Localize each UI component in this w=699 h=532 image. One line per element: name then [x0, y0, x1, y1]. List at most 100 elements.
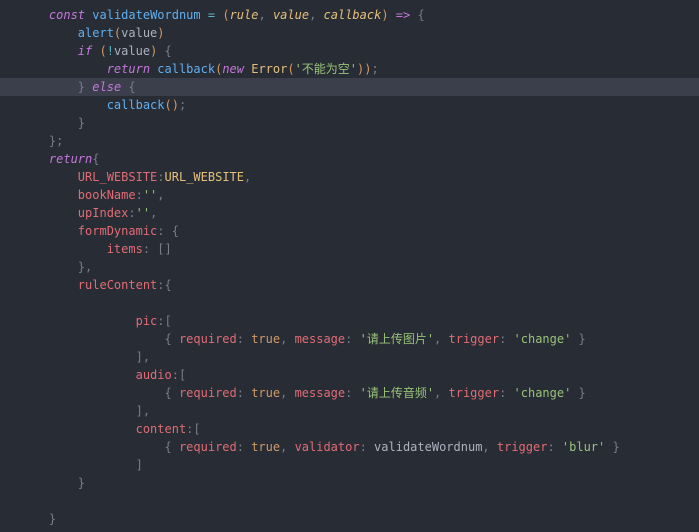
token: required [179, 440, 237, 454]
gutter [0, 348, 20, 366]
token: '请上传图片' [360, 332, 434, 346]
code-line[interactable]: bookName:'', [0, 186, 699, 204]
token: ; [179, 98, 186, 112]
token: , [280, 386, 294, 400]
code-content[interactable]: } [20, 474, 699, 492]
token: , [258, 8, 272, 22]
code-content[interactable] [20, 492, 699, 510]
token: { [165, 332, 179, 346]
gutter [0, 240, 20, 258]
code-content[interactable]: } [20, 510, 699, 528]
token: ruleContent [78, 278, 157, 292]
code-line[interactable]: items: [] [0, 240, 699, 258]
token: required [179, 386, 237, 400]
token: ) [172, 98, 179, 112]
gutter [0, 222, 20, 240]
code-content[interactable]: { required: true, message: '请上传音频', trig… [20, 384, 699, 402]
token: : [157, 314, 164, 328]
code-content[interactable] [20, 294, 699, 312]
token: ; [372, 62, 379, 76]
code-line[interactable]: { required: true, message: '请上传图片', trig… [0, 330, 699, 348]
code-line[interactable]: ], [0, 402, 699, 420]
code-content[interactable]: ] [20, 456, 699, 474]
code-line[interactable]: upIndex:'', [0, 204, 699, 222]
code-line[interactable]: alert(value) [0, 24, 699, 42]
token: audio [136, 368, 172, 382]
token: { [92, 152, 99, 166]
code-content[interactable]: { required: true, validator: validateWor… [20, 438, 699, 456]
token: , [85, 260, 92, 274]
code-line[interactable]: ] [0, 456, 699, 474]
code-content[interactable]: } else { [20, 78, 699, 96]
code-line[interactable] [0, 492, 699, 510]
gutter [0, 114, 20, 132]
token: , [143, 350, 150, 364]
token: 'blur' [562, 440, 605, 454]
code-line[interactable]: } [0, 114, 699, 132]
code-line[interactable]: const validateWordnum = (rule, value, ca… [0, 6, 699, 24]
code-line[interactable]: audio:[ [0, 366, 699, 384]
code-line[interactable]: formDynamic: { [0, 222, 699, 240]
token: : [136, 188, 143, 202]
code-line[interactable]: } [0, 474, 699, 492]
token: formDynamic [78, 224, 157, 238]
token: { [165, 440, 179, 454]
gutter [0, 6, 20, 24]
code-editor[interactable]: const validateWordnum = (rule, value, ca… [0, 6, 699, 528]
token: : [237, 332, 251, 346]
code-content[interactable]: callback(); [20, 96, 699, 114]
code-content[interactable]: return{ [20, 150, 699, 168]
code-line[interactable]: { required: true, message: '请上传音频', trig… [0, 384, 699, 402]
token: , [434, 386, 448, 400]
token: } [605, 440, 619, 454]
token: } [78, 80, 85, 94]
code-content[interactable]: const validateWordnum = (rule, value, ca… [20, 6, 699, 24]
code-line[interactable]: } else { [0, 78, 699, 96]
code-content[interactable]: } [20, 114, 699, 132]
code-content[interactable]: }, [20, 258, 699, 276]
code-content[interactable]: ], [20, 348, 699, 366]
token: : [157, 224, 171, 238]
token: URL_WEBSITE [165, 170, 244, 184]
code-content[interactable]: ], [20, 402, 699, 420]
code-line[interactable]: return callback(new Error('不能为空')); [0, 60, 699, 78]
code-content[interactable]: alert(value) [20, 24, 699, 42]
code-line[interactable]: ], [0, 348, 699, 366]
code-content[interactable]: pic:[ [20, 312, 699, 330]
code-line[interactable]: content:[ [0, 420, 699, 438]
code-line[interactable]: URL_WEBSITE:URL_WEBSITE, [0, 168, 699, 186]
token: ; [56, 134, 63, 148]
code-content[interactable]: if (!value) { [20, 42, 699, 60]
code-line[interactable]: return{ [0, 150, 699, 168]
code-content[interactable]: URL_WEBSITE:URL_WEBSITE, [20, 168, 699, 186]
code-content[interactable]: bookName:'', [20, 186, 699, 204]
code-content[interactable]: ruleContent:{ [20, 276, 699, 294]
code-content[interactable]: upIndex:'', [20, 204, 699, 222]
code-content[interactable]: content:[ [20, 420, 699, 438]
code-content[interactable]: formDynamic: { [20, 222, 699, 240]
code-line[interactable]: { required: true, validator: validateWor… [0, 438, 699, 456]
code-content[interactable]: items: [] [20, 240, 699, 258]
code-content[interactable]: { required: true, message: '请上传图片', trig… [20, 330, 699, 348]
code-line[interactable]: ruleContent:{ [0, 276, 699, 294]
code-content[interactable]: }; [20, 132, 699, 150]
code-line[interactable]: } [0, 510, 699, 528]
token: => [396, 8, 410, 22]
token: : [345, 386, 359, 400]
code-line[interactable]: }, [0, 258, 699, 276]
gutter [0, 438, 20, 456]
code-line[interactable]: if (!value) { [0, 42, 699, 60]
code-line[interactable] [0, 294, 699, 312]
code-line[interactable]: }; [0, 132, 699, 150]
token: value [114, 44, 150, 58]
code-line[interactable]: pic:[ [0, 312, 699, 330]
code-content[interactable]: return callback(new Error('不能为空')); [20, 60, 699, 78]
token: message [295, 332, 346, 346]
code-content[interactable]: audio:[ [20, 366, 699, 384]
gutter [0, 204, 20, 222]
token: } [78, 116, 85, 130]
gutter [0, 132, 20, 150]
token: ] [136, 458, 143, 472]
gutter [0, 150, 20, 168]
code-line[interactable]: callback(); [0, 96, 699, 114]
